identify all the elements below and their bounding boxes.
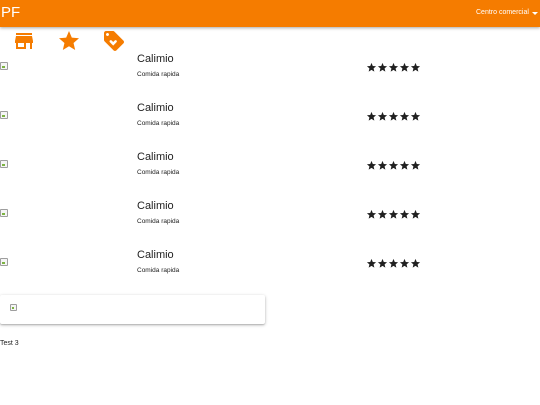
location-select-value: Centro comercial — [476, 9, 529, 16]
caret-down-icon — [532, 12, 538, 15]
place-row[interactable]: Calimio Comida rapida — [0, 53, 540, 102]
place-row[interactable]: Calimio Comida rapida — [0, 200, 540, 249]
star-icon — [388, 258, 399, 268]
place-category: Comida rapida — [137, 71, 180, 78]
star-icon — [388, 111, 399, 121]
broken-image-icon — [0, 160, 9, 169]
star-icon — [388, 209, 399, 219]
star-icon — [410, 258, 421, 268]
broken-image-icon — [0, 209, 9, 218]
star-icon — [377, 209, 388, 219]
category-favorites-button[interactable] — [54, 27, 84, 53]
star-icon — [366, 209, 377, 219]
place-name: Calimio — [137, 102, 174, 114]
star-icon — [410, 160, 421, 170]
brand-title: PF — [1, 4, 21, 21]
star-icon — [388, 62, 399, 72]
star-icon — [399, 111, 410, 121]
place-category: Comida rapida — [137, 120, 180, 127]
category-store-button[interactable] — [9, 27, 39, 53]
footer-text: Test 3 — [0, 340, 19, 347]
place-category: Comida rapida — [137, 267, 180, 274]
star-icon — [410, 62, 421, 72]
star-icon — [410, 209, 421, 219]
rating-stars — [366, 209, 421, 220]
place-row[interactable]: Calimio Comida rapida — [0, 151, 540, 200]
star-icon — [399, 62, 410, 72]
rating-stars — [366, 160, 421, 171]
star-icon — [59, 31, 79, 50]
star-icon — [399, 160, 410, 170]
place-row[interactable]: Calimio Comida rapida — [0, 249, 540, 298]
star-icon — [388, 160, 399, 170]
promo-card[interactable] — [0, 295, 265, 324]
broken-image-icon — [0, 258, 9, 267]
broken-image-icon — [10, 304, 17, 311]
place-name: Calimio — [137, 249, 174, 261]
star-icon — [366, 62, 377, 72]
star-icon — [366, 160, 377, 170]
place-name: Calimio — [137, 200, 174, 212]
star-icon — [399, 209, 410, 219]
place-row[interactable]: Calimio Comida rapida — [0, 102, 540, 151]
star-icon — [366, 258, 377, 268]
app-bar: PF Centro comercial — [0, 0, 540, 27]
star-icon — [366, 111, 377, 121]
star-icon — [377, 62, 388, 72]
broken-image-icon — [0, 62, 9, 71]
broken-image-icon — [0, 111, 9, 120]
rating-stars — [366, 111, 421, 122]
star-icon — [377, 160, 388, 170]
store-icon — [15, 33, 33, 49]
rating-stars — [366, 62, 421, 73]
place-name: Calimio — [137, 151, 174, 163]
category-offers-button[interactable] — [99, 27, 129, 53]
rating-stars — [366, 258, 421, 269]
location-select[interactable]: Centro comercial — [470, 6, 540, 22]
star-icon — [410, 111, 421, 121]
star-icon — [377, 111, 388, 121]
place-category: Comida rapida — [137, 169, 180, 176]
tag-icon — [104, 31, 124, 51]
star-icon — [377, 258, 388, 268]
place-name: Calimio — [137, 53, 174, 65]
place-category: Comida rapida — [137, 218, 180, 225]
star-icon — [399, 258, 410, 268]
